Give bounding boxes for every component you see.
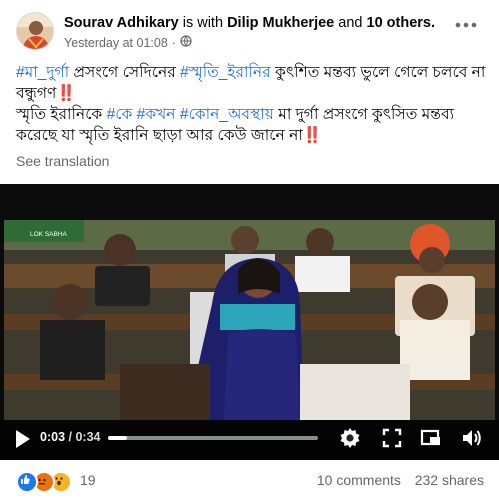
volume-icon (463, 430, 481, 446)
post-meta: Yesterday at 01:08 · (64, 35, 192, 50)
progress-fill (108, 436, 127, 440)
comment-share-counts: 10 comments 232 shares (317, 472, 484, 488)
author-line: Sourav Adhikary is with Dilip Mukherjee … (64, 14, 435, 32)
video-player[interactable]: LOK SABHA 0:03 / 0:34 (0, 184, 499, 460)
settings-button[interactable] (338, 426, 364, 452)
shares-count[interactable]: 232 shares (415, 472, 484, 488)
play-button[interactable] (14, 427, 32, 451)
fullscreen-icon (382, 428, 402, 448)
post-paragraph-1: #মা_দুর্গা প্রসংগে সেদিনের #স্মৃতি_ইরানি… (16, 64, 486, 102)
post-stats: 19 10 comments 232 shares (0, 462, 499, 500)
hashtag-link[interactable]: #কে (107, 106, 133, 123)
like-icon (16, 471, 38, 493)
hashtag-link[interactable]: #স্মৃতি_ইরানির (180, 64, 271, 81)
volume-button[interactable] (460, 426, 486, 452)
reaction-icons[interactable] (16, 471, 72, 493)
video-frame: LOK SABHA (0, 184, 499, 460)
lok-sabha-sign: LOK SABHA (30, 231, 68, 238)
more-options-button[interactable] (455, 14, 477, 30)
comments-count[interactable]: 10 comments (317, 472, 401, 488)
pip-button[interactable] (419, 426, 445, 452)
hashtag-link[interactable]: #কখন (137, 106, 176, 123)
others-link[interactable]: 10 others. (367, 15, 436, 31)
fullscreen-button[interactable] (380, 426, 406, 452)
post-paragraph-2: স্মৃতি ইরানিকে #কে #কখন #কোন_অবস্থায় মা… (16, 106, 455, 144)
more-horizontal-icon (455, 22, 477, 28)
hashtag-link[interactable]: #মা_দুর্গা (16, 64, 69, 81)
see-translation-link[interactable]: See translation (16, 153, 109, 169)
reaction-count[interactable]: 19 (80, 472, 96, 488)
double-exclamation-emoji: ‼️ (302, 127, 323, 144)
video-controls: 0:03 / 0:34 (0, 420, 499, 460)
author-name[interactable]: Sourav Adhikary (64, 15, 179, 31)
with-text: is with (182, 15, 224, 31)
progress-bar[interactable] (108, 436, 318, 440)
post-text: #মা_দুর্গা প্রসংগে সেদিনের #স্মৃতি_ইরানি… (16, 62, 486, 146)
hashtag-link[interactable]: #কোন_অবস্থায় (180, 106, 274, 123)
post-header: Sourav Adhikary is with Dilip Mukherjee … (0, 0, 499, 58)
video-time: 0:03 / 0:34 (40, 430, 101, 444)
post-timestamp[interactable]: Yesterday at 01:08 (64, 36, 168, 50)
double-exclamation-emoji: ‼️ (56, 85, 76, 102)
and-text: and (338, 15, 363, 31)
globe-icon (180, 35, 192, 50)
play-icon (16, 430, 30, 448)
author-avatar[interactable] (16, 12, 54, 50)
picture-in-picture-icon (420, 429, 440, 446)
current-time: 0:03 (40, 430, 66, 444)
tagged-user[interactable]: Dilip Mukherjee (227, 15, 334, 31)
settings-gear-icon (340, 428, 360, 448)
duration: 0:34 (75, 430, 101, 444)
